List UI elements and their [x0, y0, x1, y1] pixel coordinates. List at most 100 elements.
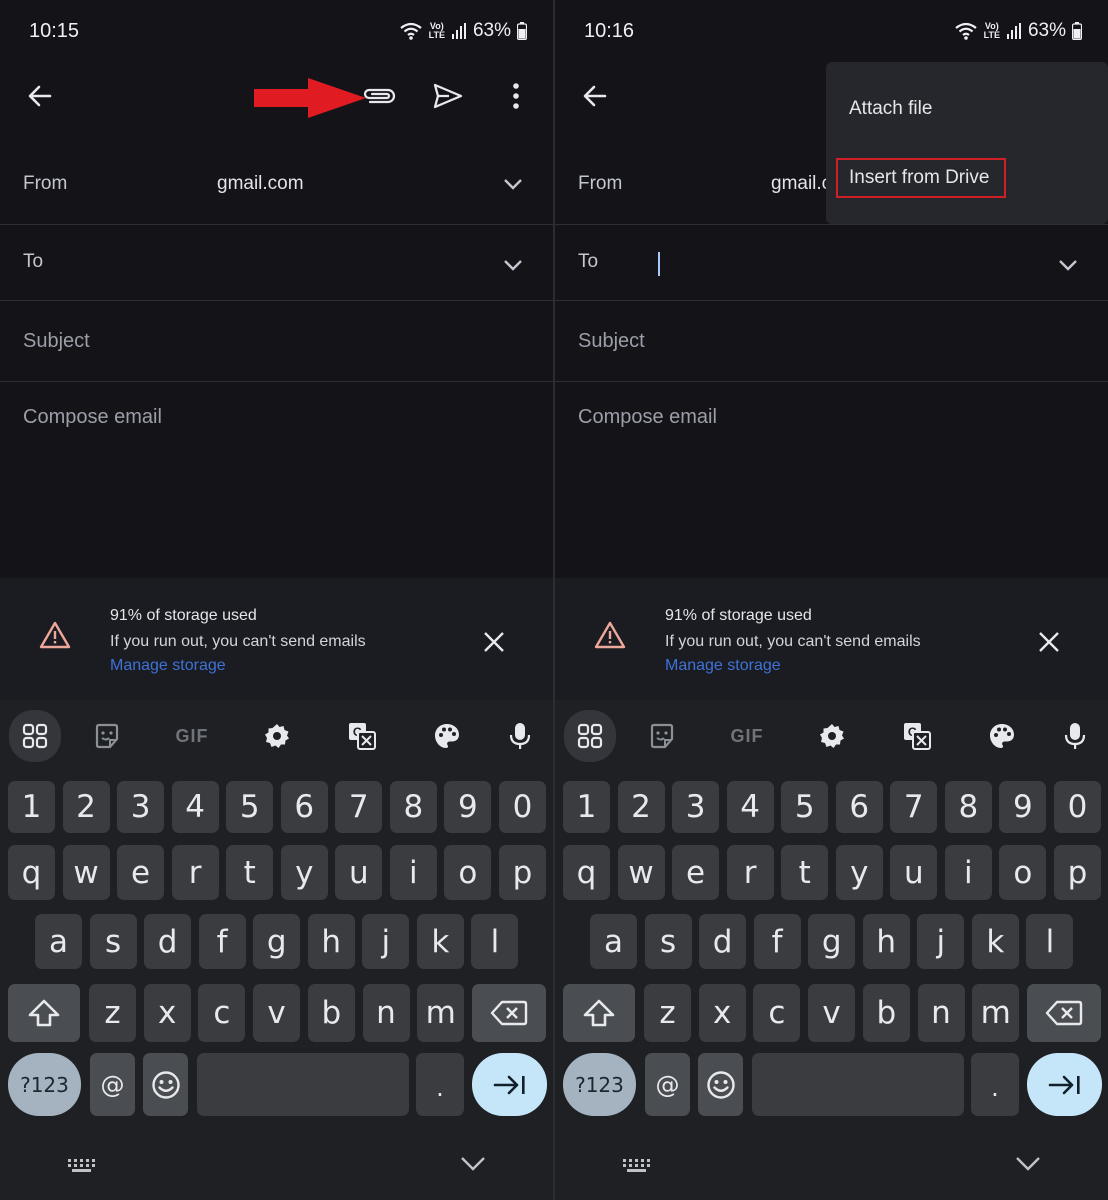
theme-palette-icon[interactable] [978, 712, 1026, 760]
translate-icon[interactable]: G [338, 712, 386, 760]
key-r[interactable]: r [726, 845, 774, 900]
key-g[interactable]: g [253, 914, 301, 969]
key-p[interactable]: p [1053, 845, 1101, 900]
key-0[interactable]: 0 [498, 781, 546, 833]
key-r[interactable]: r [171, 845, 219, 900]
from-value[interactable]: gmail.com [217, 173, 304, 195]
key-y[interactable]: y [280, 845, 328, 900]
key-f[interactable]: f [753, 914, 801, 969]
key-2[interactable]: 2 [62, 781, 110, 833]
key-e[interactable]: e [672, 845, 720, 900]
close-icon[interactable] [1036, 629, 1062, 655]
backspace-key[interactable] [472, 984, 546, 1042]
key-g[interactable]: g [808, 914, 856, 969]
key-y[interactable]: y [835, 845, 883, 900]
shift-key[interactable] [563, 984, 635, 1042]
key-x[interactable]: x [698, 984, 746, 1042]
at-key[interactable]: @ [90, 1053, 135, 1116]
key-3[interactable]: 3 [672, 781, 720, 833]
key-c[interactable]: c [198, 984, 246, 1042]
chevron-down-icon[interactable] [1055, 252, 1081, 278]
key-i[interactable]: i [944, 845, 992, 900]
apps-grid-icon[interactable] [564, 710, 616, 762]
back-arrow-icon[interactable] [20, 76, 60, 116]
key-f[interactable]: f [198, 914, 246, 969]
key-b[interactable]: b [307, 984, 355, 1042]
key-x[interactable]: x [143, 984, 191, 1042]
enter-next-key[interactable] [472, 1053, 547, 1116]
menu-item-attach-file[interactable]: Attach file [849, 98, 932, 120]
key-u[interactable]: u [335, 845, 383, 900]
close-icon[interactable] [481, 629, 507, 655]
key-l[interactable]: l [1026, 914, 1074, 969]
at-key[interactable]: @ [645, 1053, 690, 1116]
chevron-down-icon[interactable] [500, 171, 526, 197]
key-o[interactable]: o [999, 845, 1047, 900]
key-4[interactable]: 4 [171, 781, 219, 833]
key-o[interactable]: o [444, 845, 492, 900]
key-j[interactable]: j [362, 914, 410, 969]
symbols-key[interactable]: ?123 [8, 1053, 81, 1116]
apps-grid-icon[interactable] [9, 710, 61, 762]
key-6[interactable]: 6 [835, 781, 883, 833]
symbols-key[interactable]: ?123 [563, 1053, 636, 1116]
gif-button[interactable]: GIF [167, 712, 217, 760]
key-s[interactable]: s [89, 914, 137, 969]
key-k[interactable]: k [416, 914, 464, 969]
key-9[interactable]: 9 [999, 781, 1047, 833]
settings-gear-icon[interactable] [253, 712, 301, 760]
chevron-down-icon[interactable] [500, 252, 526, 278]
manage-storage-link[interactable]: Manage storage [665, 657, 781, 675]
key-a[interactable]: a [35, 914, 82, 969]
backspace-key[interactable] [1027, 984, 1101, 1042]
key-w[interactable]: w [617, 845, 665, 900]
key-b[interactable]: b [862, 984, 910, 1042]
key-v[interactable]: v [808, 984, 856, 1042]
key-7[interactable]: 7 [890, 781, 938, 833]
attach-paperclip-icon[interactable] [359, 76, 399, 116]
key-t[interactable]: t [781, 845, 829, 900]
subject-input[interactable]: Subject [23, 330, 90, 353]
emoji-key[interactable] [143, 1053, 188, 1116]
gif-button[interactable]: GIF [722, 712, 772, 760]
key-m[interactable]: m [972, 984, 1020, 1042]
back-arrow-icon[interactable] [575, 76, 615, 116]
shift-key[interactable] [8, 984, 80, 1042]
send-icon[interactable] [428, 76, 468, 116]
key-h[interactable]: h [307, 914, 355, 969]
microphone-icon[interactable] [496, 712, 544, 760]
key-i[interactable]: i [389, 845, 437, 900]
key-6[interactable]: 6 [280, 781, 328, 833]
key-n[interactable]: n [362, 984, 410, 1042]
key-d[interactable]: d [144, 914, 192, 969]
key-4[interactable]: 4 [726, 781, 774, 833]
translate-icon[interactable]: G [893, 712, 941, 760]
key-1[interactable]: 1 [8, 781, 55, 833]
key-t[interactable]: t [226, 845, 274, 900]
key-8[interactable]: 8 [944, 781, 992, 833]
hide-keyboard-chevron-icon[interactable] [1015, 1155, 1041, 1173]
settings-gear-icon[interactable] [808, 712, 856, 760]
key-h[interactable]: h [862, 914, 910, 969]
key-q[interactable]: q [563, 845, 610, 900]
key-z[interactable]: z [644, 984, 691, 1042]
key-v[interactable]: v [253, 984, 301, 1042]
from-value[interactable]: gmail.c [771, 173, 831, 195]
compose-body-input[interactable]: Compose email [23, 406, 162, 429]
key-m[interactable]: m [417, 984, 465, 1042]
key-p[interactable]: p [498, 845, 546, 900]
key-8[interactable]: 8 [389, 781, 437, 833]
keyboard-switch-icon[interactable] [67, 1158, 95, 1174]
key-7[interactable]: 7 [335, 781, 383, 833]
key-n[interactable]: n [917, 984, 965, 1042]
key-w[interactable]: w [62, 845, 110, 900]
key-1[interactable]: 1 [563, 781, 610, 833]
microphone-icon[interactable] [1051, 712, 1099, 760]
key-3[interactable]: 3 [117, 781, 165, 833]
period-key[interactable]: . [971, 1053, 1019, 1116]
period-key[interactable]: . [416, 1053, 464, 1116]
enter-next-key[interactable] [1027, 1053, 1102, 1116]
key-2[interactable]: 2 [617, 781, 665, 833]
sticker-icon[interactable] [638, 712, 686, 760]
key-0[interactable]: 0 [1053, 781, 1101, 833]
